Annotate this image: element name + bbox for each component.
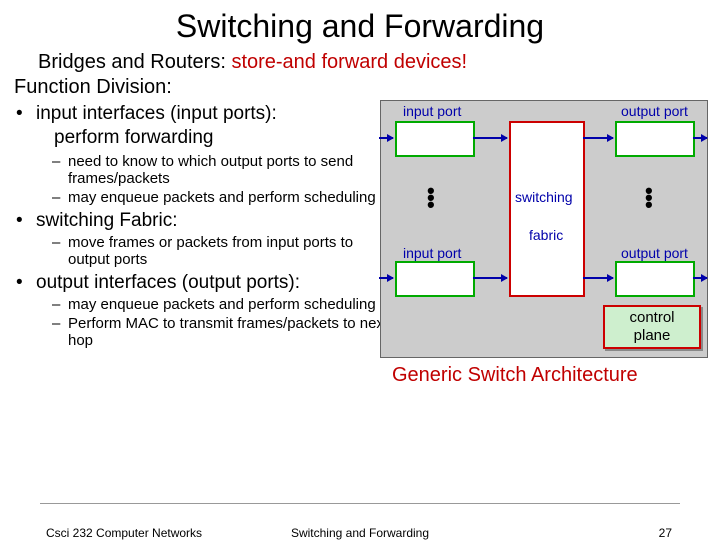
sub-perform-mac: Perform MAC to transmit frames/packets t… [14, 315, 394, 349]
sub-may-enqueue-out: may enqueue packets and perform scheduli… [14, 296, 394, 313]
bullet-input-interfaces-cont: perform forwarding [14, 127, 394, 149]
subtitle-pre: Bridges and Routers: [38, 51, 231, 73]
dots-right: ••• [645, 187, 653, 208]
label-input-port-top: input port [403, 103, 461, 119]
arrow-in-top [473, 137, 507, 139]
arrow-out-bot [583, 277, 613, 279]
subtitle-highlight: store-and forward devices! [231, 51, 467, 73]
arrow-in-bot [473, 277, 507, 279]
diagram-caption: Generic Switch Architecture [392, 364, 638, 387]
function-division-heading: Function Division: [14, 76, 720, 99]
footer-rule [40, 503, 680, 504]
output-port-box-top [615, 121, 695, 157]
slide-title: Switching and Forwarding [0, 8, 720, 45]
input-port-box-top [395, 121, 475, 157]
page-number: 27 [659, 526, 672, 540]
arrow-out-bot-ext [693, 277, 707, 279]
label-control: control [629, 309, 674, 326]
bullet-switching-fabric: switching Fabric: [14, 210, 394, 232]
arrow-out-top [583, 137, 613, 139]
dots-left: ••• [427, 187, 435, 208]
label-output-port-bot: output port [621, 245, 688, 261]
switch-diagram: input port output port input port output… [380, 100, 708, 358]
arrow-out-top-ext [693, 137, 707, 139]
sub-need-to-know: need to know to which output ports to se… [14, 153, 394, 187]
output-port-box-bot [615, 261, 695, 297]
arrow-in-bot-ext [379, 277, 393, 279]
footer-center: Switching and Forwarding [0, 526, 720, 540]
subtitle: Bridges and Routers: store-and forward d… [38, 51, 720, 74]
label-output-port-top: output port [621, 103, 688, 119]
sub-may-enqueue-in: may enqueue packets and perform scheduli… [14, 189, 394, 206]
label-fabric: fabric [529, 227, 563, 243]
bullet-list: input interfaces (input ports): perform … [14, 103, 394, 349]
label-plane: plane [634, 327, 671, 344]
label-switching: switching [515, 189, 573, 205]
bullet-input-interfaces: input interfaces (input ports): [14, 103, 394, 125]
sub-move-frames: move frames or packets from input ports … [14, 234, 394, 268]
control-plane-box: control plane [603, 305, 701, 349]
label-input-port-bot: input port [403, 245, 461, 261]
bullet-output-interfaces: output interfaces (output ports): [14, 272, 394, 294]
switching-fabric-box: switching fabric [509, 121, 585, 297]
arrow-in-top-ext [379, 137, 393, 139]
input-port-box-bot [395, 261, 475, 297]
